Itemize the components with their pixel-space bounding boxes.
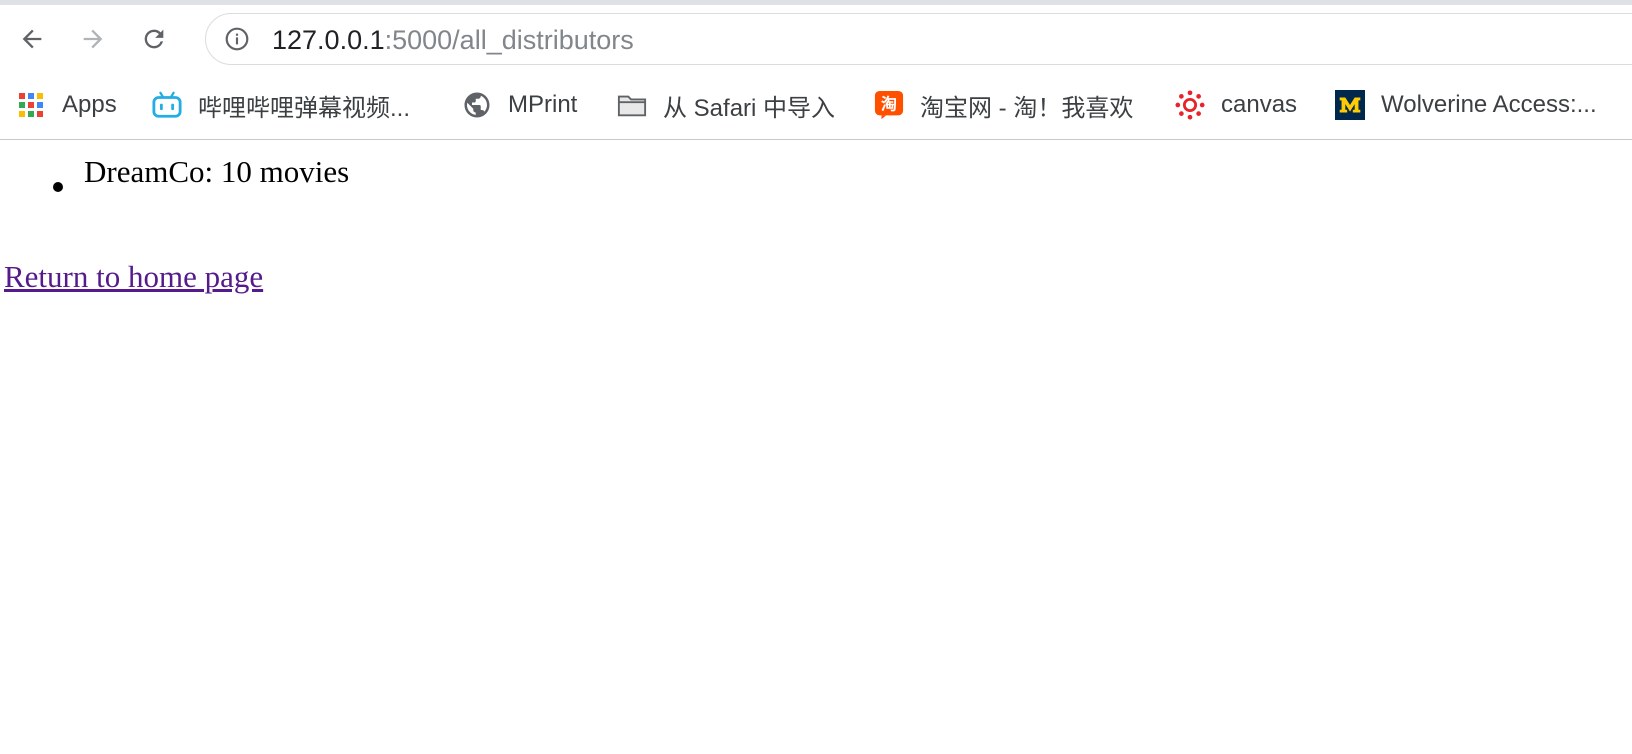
bookmark-mprint[interactable]: MPrint bbox=[462, 88, 577, 122]
globe-icon bbox=[462, 90, 492, 120]
address-bar[interactable]: 127.0.0.1:5000/all_distributors bbox=[205, 13, 1632, 65]
bookmark-bilibili[interactable]: 哔哩哔哩弹幕视频... bbox=[152, 88, 410, 122]
bookmark-wolverine-access[interactable]: Wolverine Access:... bbox=[1335, 88, 1597, 122]
url-host: 127.0.0.1 bbox=[272, 25, 385, 55]
bookmark-apps[interactable]: Apps bbox=[16, 88, 117, 122]
browser-toolbar: 127.0.0.1:5000/all_distributors bbox=[0, 5, 1632, 71]
bookmark-label: Apps bbox=[62, 91, 117, 118]
return-home-link[interactable]: Return to home page bbox=[4, 260, 263, 294]
arrow-left-icon bbox=[22, 29, 42, 49]
folder-icon bbox=[617, 90, 647, 120]
bookmark-label: 从 Safari 中导入 bbox=[663, 94, 836, 122]
bookmark-canvas[interactable]: canvas bbox=[1175, 88, 1297, 122]
michigan-m-icon bbox=[1335, 90, 1365, 120]
bookmark-label: 哔哩哔哩弹幕视频... bbox=[198, 94, 411, 122]
distributor-entry: DreamCo: 10 movies bbox=[84, 154, 350, 189]
bilibili-icon bbox=[152, 90, 182, 120]
list-bullet bbox=[53, 182, 63, 192]
bookmark-label: MPrint bbox=[508, 91, 578, 118]
svg-text:淘: 淘 bbox=[881, 95, 897, 114]
url-path: :5000/all_distributors bbox=[384, 25, 634, 55]
bookmark-label: 淘宝网 - 淘！我喜欢 bbox=[920, 94, 1134, 122]
back-button[interactable] bbox=[12, 19, 52, 59]
apps-grid-icon bbox=[16, 90, 46, 120]
taobao-icon: 淘 bbox=[874, 90, 904, 120]
bookmark-label: canvas bbox=[1221, 91, 1298, 118]
bookmark-folder-safari[interactable]: 从 Safari 中导入 bbox=[617, 88, 835, 122]
bookmark-taobao[interactable]: 淘 淘宝网 - 淘！我喜欢 bbox=[874, 88, 1133, 122]
reload-button[interactable] bbox=[134, 19, 174, 59]
bookmarks-bar: Apps 哔哩哔哩弹幕视频... MPrint 从 Safari 中导入 淘 淘… bbox=[0, 71, 1632, 140]
bookmark-label: Wolverine Access:... bbox=[1381, 91, 1597, 118]
info-icon[interactable] bbox=[224, 26, 250, 52]
canvas-icon bbox=[1175, 90, 1205, 120]
forward-button[interactable] bbox=[73, 19, 113, 59]
reload-icon bbox=[144, 29, 164, 49]
url-text[interactable]: 127.0.0.1:5000/all_distributors bbox=[272, 26, 634, 54]
arrow-right-icon bbox=[83, 29, 103, 49]
